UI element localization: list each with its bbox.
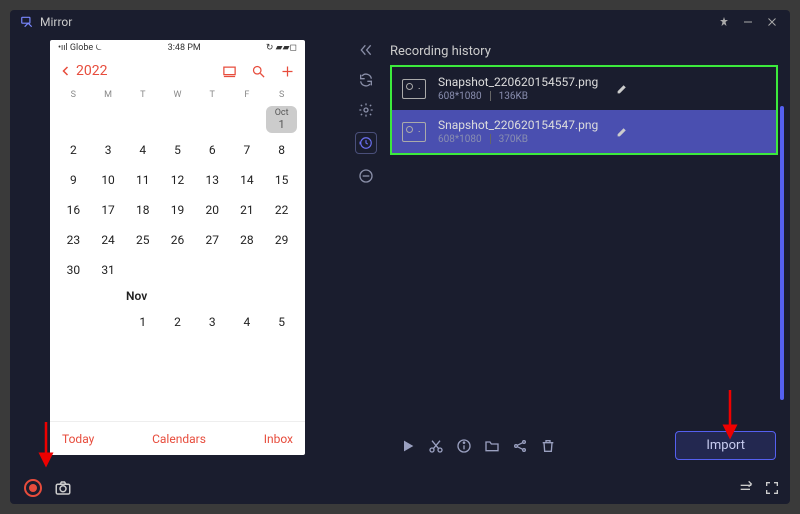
file-name: Snapshot_220620154547.png <box>438 118 598 132</box>
remove-icon[interactable] <box>358 168 374 184</box>
edit-icon[interactable] <box>616 82 629 95</box>
image-icon <box>402 122 426 142</box>
share-icon[interactable] <box>512 438 528 454</box>
search-icon[interactable] <box>251 64 266 79</box>
titlebar: Mirror <box>10 10 790 34</box>
import-button[interactable]: Import <box>675 431 776 460</box>
history-panel: Recording history Snapshot_220620154557.… <box>350 34 790 472</box>
cut-icon[interactable] <box>428 438 444 454</box>
pin-button[interactable] <box>716 14 732 30</box>
settings-icon[interactable] <box>358 102 374 118</box>
edit-icon[interactable] <box>616 125 629 138</box>
add-icon[interactable] <box>280 64 295 79</box>
mirror-panel: •ııl Globe ⏾ 3:48 PM ↻ ▰▰◻ 2022 <box>10 34 350 472</box>
fullscreen-icon[interactable] <box>764 480 780 496</box>
phone-mirror: •ııl Globe ⏾ 3:48 PM ↻ ▰▰◻ 2022 <box>50 40 305 455</box>
today-button[interactable]: Today <box>62 432 94 446</box>
info-icon[interactable] <box>456 438 472 454</box>
calendar-header: 2022 <box>50 56 305 86</box>
minimize-button[interactable] <box>740 14 756 30</box>
bottom-controls <box>10 472 790 504</box>
app-logo-icon <box>20 15 34 29</box>
calendar-footer: Today Calendars Inbox <box>50 421 305 455</box>
delete-icon[interactable] <box>540 438 556 454</box>
panel-title: Recording history <box>390 34 790 65</box>
history-list: Snapshot_220620154557.png 608*1080136KB … <box>390 65 778 155</box>
list-icon[interactable] <box>738 480 754 496</box>
folder-icon[interactable] <box>484 438 500 454</box>
app-window: Mirror •ııl Globe ⏾ 3:48 PM ↻ ▰▰◻ 2022 <box>10 10 790 504</box>
play-icon[interactable] <box>400 438 416 454</box>
calendars-button[interactable]: Calendars <box>152 432 206 446</box>
month-label-nov: Nov <box>126 289 147 303</box>
calendar-grid[interactable]: ...... Oct1 2345678 9101112131415 161718… <box>50 104 305 337</box>
inbox-button[interactable]: Inbox <box>264 432 293 446</box>
action-toolbar <box>400 438 556 454</box>
snapshot-button[interactable] <box>54 479 72 497</box>
collapse-icon[interactable] <box>358 42 374 58</box>
phone-statusbar: •ııl Globe ⏾ 3:48 PM ↻ ▰▰◻ <box>50 40 305 56</box>
record-button[interactable] <box>24 479 42 497</box>
back-year-button[interactable]: 2022 <box>60 63 107 79</box>
history-icon[interactable] <box>355 132 377 154</box>
view-icon[interactable] <box>222 64 237 79</box>
rotate-icon[interactable] <box>358 72 374 88</box>
app-title: Mirror <box>40 15 72 29</box>
scrollbar[interactable] <box>780 106 784 400</box>
side-rail <box>350 34 382 184</box>
today-badge[interactable]: Oct1 <box>266 106 297 133</box>
history-item[interactable]: Snapshot_220620154547.png 608*1080370KB <box>392 110 776 153</box>
file-name: Snapshot_220620154557.png <box>438 75 598 89</box>
weekday-row: SMTWTFS <box>50 86 305 104</box>
history-item[interactable]: Snapshot_220620154557.png 608*1080136KB <box>392 67 776 110</box>
close-button[interactable] <box>764 14 780 30</box>
image-icon <box>402 79 426 99</box>
